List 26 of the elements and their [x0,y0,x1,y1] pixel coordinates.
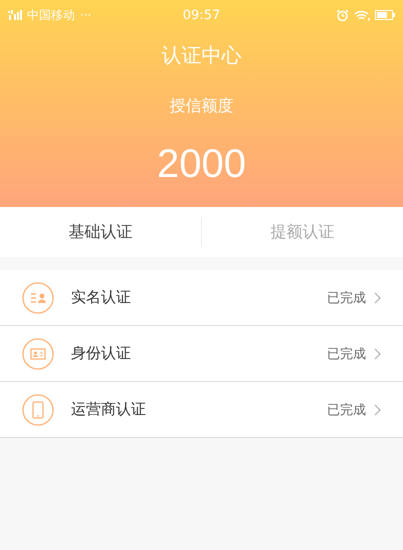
item-label: 身份认证 [71,344,132,363]
signal-icon [8,10,22,20]
wifi-icon [354,10,370,20]
item-status: 已完成 [327,346,366,362]
chevron-icon [374,292,381,304]
item-status: 已完成 [327,290,366,306]
battery-icon [375,10,395,20]
item-label: 运营商认证 [71,400,147,419]
credit-amount: 2000 [157,142,246,187]
id-card-icon [22,338,54,370]
item-label: 实名认证 [71,288,132,307]
list-item[interactable]: 身份认证 已完成 [0,326,403,382]
item-status: 已完成 [327,402,366,418]
chevron-icon [374,348,381,360]
chevron-icon [374,404,381,416]
alarm-icon [336,8,349,22]
more-dots: ··· [80,8,92,22]
list-item[interactable]: 实名认证 已完成 [0,270,403,326]
page-title: 认证中心 [162,42,242,69]
phone-icon [22,394,54,426]
id-card-icon [22,282,54,314]
tab[interactable]: 基础认证 [0,217,202,247]
credit-label: 授信额度 [170,96,234,117]
status-time: 09:57 [182,8,220,22]
list-item[interactable]: 运营商认证 已完成 [0,382,403,438]
carrier-name: 中国移动 [27,6,75,24]
